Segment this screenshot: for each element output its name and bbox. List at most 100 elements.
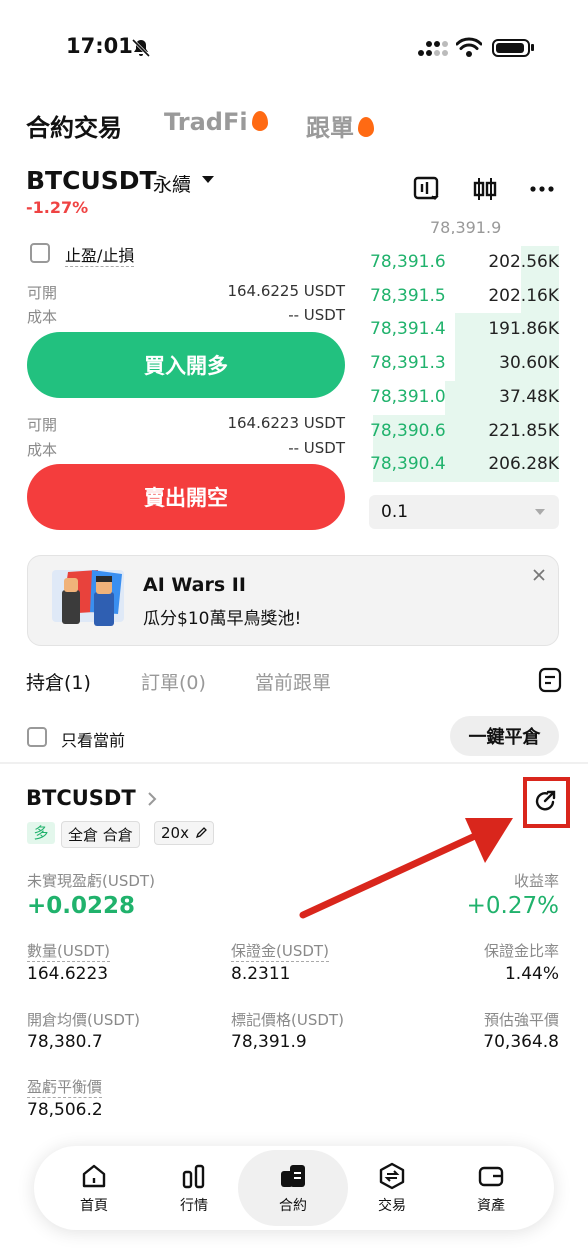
- fire-icon: [251, 111, 268, 131]
- orderbook-qty: 37.48K: [499, 386, 559, 407]
- banner-subtitle: 瓜分$10萬早鳥獎池!: [143, 609, 302, 629]
- tab-futures[interactable]: 合約交易: [26, 108, 122, 143]
- tab-tradfi[interactable]: TradFi: [164, 108, 268, 136]
- nav-futures[interactable]: 合約: [243, 1146, 343, 1230]
- nav-trade-label: 交易: [378, 1198, 406, 1214]
- margin-mode-badge[interactable]: 全倉 合倉: [61, 821, 140, 848]
- wallet-icon: [478, 1166, 504, 1187]
- orderbook-qty: 221.85K: [488, 420, 559, 441]
- entry-price-label: 開倉均價(USDT): [27, 1011, 140, 1029]
- orderbook-qty: 206.28K: [488, 454, 559, 475]
- price-change: -1.27%: [26, 198, 89, 217]
- orderbook-qty: 30.60K: [499, 353, 559, 374]
- liq-price-value: 70,364.8: [483, 1032, 559, 1052]
- tab-current-copy[interactable]: 當前跟單: [255, 668, 331, 695]
- entry-price-value: 78,380.7: [27, 1032, 103, 1052]
- signal-icon: [418, 41, 448, 56]
- only-current-checkbox[interactable]: [27, 727, 47, 747]
- tab-orders[interactable]: 訂單(0): [141, 668, 206, 695]
- margin-value: 8.2311: [231, 964, 291, 984]
- precision-select[interactable]: 0.1: [369, 495, 559, 529]
- orderbook-qty: 191.86K: [488, 319, 559, 340]
- order-history-icon[interactable]: [538, 667, 562, 693]
- precision-value: 0.1: [381, 502, 409, 522]
- home-icon: [82, 1164, 106, 1188]
- promo-banner[interactable]: AI Wars II 瓜分$10萬早鳥獎池!: [27, 555, 559, 646]
- buy-cost-value: -- USDT: [288, 306, 345, 324]
- nav-home[interactable]: 首頁: [44, 1146, 144, 1230]
- chevron-down-icon: [535, 509, 545, 515]
- close-icon[interactable]: [532, 568, 546, 582]
- sell-short-button[interactable]: 賣出開空: [27, 464, 345, 530]
- chart-settings-icon[interactable]: [412, 174, 442, 204]
- nav-markets-label: 行情: [180, 1198, 208, 1214]
- candlestick-icon[interactable]: [470, 174, 500, 204]
- buy-cost-label: 成本: [27, 308, 58, 326]
- nav-home-label: 首頁: [80, 1198, 108, 1214]
- tp-sl-checkbox[interactable]: [30, 243, 50, 263]
- bottom-nav: 首頁 行情 合約 交易 資產: [34, 1146, 554, 1230]
- breakeven-value: 78,506.2: [27, 1100, 103, 1120]
- orderbook-qty: 202.56K: [488, 252, 559, 272]
- orderbook-row[interactable]: 78,391.5 202.16K: [369, 279, 559, 314]
- contract-icon: [281, 1165, 305, 1187]
- orderbook-row[interactable]: 78,391.4 191.86K: [369, 313, 559, 348]
- sell-cost-value: -- USDT: [288, 439, 345, 457]
- quantity-label: 數量(USDT): [27, 942, 110, 962]
- breakeven-label: 盈虧平衡價: [27, 1078, 103, 1098]
- chart-icon: [182, 1164, 205, 1189]
- quantity-value: 164.6223: [27, 964, 109, 984]
- orderbook-price: 78,391.6: [370, 252, 446, 272]
- chevron-down-icon[interactable]: [202, 176, 214, 183]
- orderbook-price: 78,390.6: [370, 420, 446, 441]
- nav-assets-label: 資產: [477, 1198, 505, 1214]
- roe-label: 收益率: [513, 872, 559, 890]
- nav-assets[interactable]: 資產: [441, 1146, 541, 1230]
- tp-sl-label[interactable]: 止盈/止損: [65, 242, 135, 267]
- position-symbol[interactable]: BTCUSDT: [26, 786, 136, 810]
- roe-value: +0.27%: [466, 893, 559, 919]
- orderbook-row[interactable]: 78,390.4 206.28K: [369, 448, 559, 483]
- sell-available-label: 可開: [27, 416, 58, 434]
- mark-price-value: 78,391.9: [231, 1032, 307, 1052]
- status-time: 17:01: [66, 34, 133, 58]
- orderbook-qty: 202.16K: [488, 285, 559, 306]
- leverage-badge[interactable]: 20x: [154, 821, 214, 845]
- more-icon[interactable]: [527, 174, 557, 204]
- leverage-value: 20x: [161, 824, 189, 842]
- orderbook-price: 78,391.3: [370, 353, 446, 374]
- bell-muted-icon: [131, 38, 151, 58]
- wifi-icon: [456, 37, 482, 57]
- contract-type[interactable]: 永續: [153, 170, 191, 197]
- trade-icon: [379, 1162, 405, 1190]
- orderbook-price: 78,391.4: [370, 319, 446, 340]
- orderbook-partial-price: 78,391.9: [430, 218, 502, 234]
- buy-long-button[interactable]: 買入開多: [27, 332, 345, 398]
- orderbook-row[interactable]: 78,391.0 37.48K: [369, 380, 559, 415]
- nav-trade[interactable]: 交易: [342, 1146, 442, 1230]
- banner-title: AI Wars II: [143, 574, 246, 596]
- sell-cost-label: 成本: [27, 441, 58, 459]
- orderbook-row[interactable]: 78,391.6 202.56K: [369, 246, 559, 280]
- unrealized-pnl-value: +0.0228: [27, 893, 136, 919]
- edit-icon: [195, 827, 207, 839]
- tab-positions[interactable]: 持倉(1): [26, 668, 91, 695]
- nav-markets[interactable]: 行情: [144, 1146, 244, 1230]
- sell-available-value: 164.6223 USDT: [227, 414, 345, 432]
- unrealized-pnl-label: 未實現盈虧(USDT): [27, 872, 155, 890]
- symbol-name[interactable]: BTCUSDT: [26, 166, 157, 195]
- orderbook-row[interactable]: 78,390.6 221.85K: [369, 414, 559, 449]
- highlight-box: [523, 777, 570, 828]
- liq-price-label: 預估強平價: [483, 1011, 559, 1029]
- orderbook-price: 78,390.4: [370, 454, 446, 475]
- margin-ratio-label: 保證金比率: [483, 942, 559, 960]
- tab-copy-trading[interactable]: 跟單: [306, 108, 374, 143]
- buy-available-value: 164.6225 USDT: [227, 282, 345, 300]
- buy-available-label: 可開: [27, 284, 58, 302]
- fire-icon: [358, 117, 374, 137]
- side-badge: 多: [27, 822, 55, 844]
- orderbook-row[interactable]: 78,391.3 30.60K: [369, 347, 559, 382]
- close-all-button[interactable]: 一鍵平倉: [450, 716, 559, 756]
- chevron-right-icon[interactable]: [147, 791, 157, 807]
- ai-wars-illustration: [52, 570, 124, 626]
